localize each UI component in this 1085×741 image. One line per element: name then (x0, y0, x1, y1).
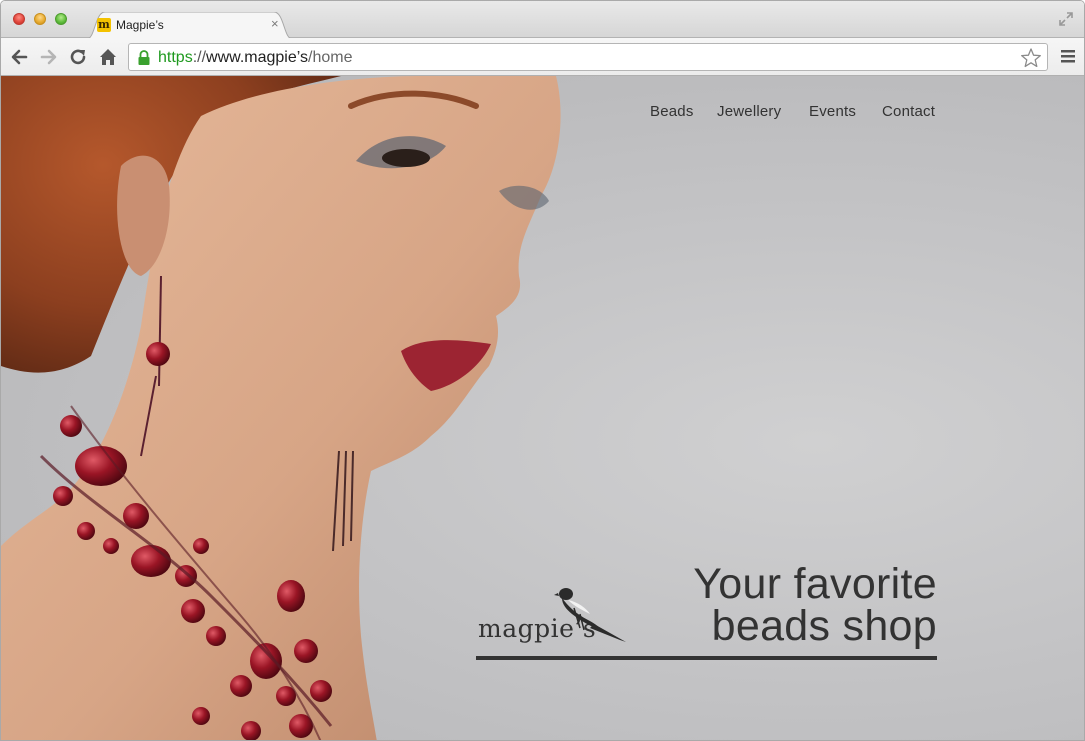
nav-beads[interactable]: Beads (650, 103, 694, 120)
minimize-window-button[interactable] (34, 13, 46, 25)
close-window-button[interactable] (13, 13, 25, 25)
main-nav: Beads Jewellery Events Contact (1, 103, 1084, 127)
hero-headline-line2: beads shop (711, 602, 937, 650)
browser-menu-icon[interactable] (1060, 47, 1076, 65)
forward-icon[interactable] (39, 47, 59, 67)
tab-strip: m Magpie’s × (1, 1, 1084, 39)
hero-block: Your favorite beads shop magpie’s (476, 560, 937, 662)
url-text[interactable]: https://www.magpie’s/home (158, 49, 352, 67)
hero-underline (476, 656, 937, 660)
back-icon[interactable] (9, 47, 29, 67)
url-path: /home (308, 49, 353, 66)
reload-icon[interactable] (68, 47, 88, 67)
browser-toolbar: https://www.magpie’s/home (1, 38, 1084, 76)
fullscreen-icon[interactable] (1058, 11, 1074, 27)
url-separator: :// (192, 49, 207, 66)
site-logo[interactable]: magpie’s (476, 584, 636, 650)
tab-magpies[interactable]: m Magpie’s × (87, 12, 292, 39)
url-scheme: https (158, 49, 193, 66)
site-favicon: m (97, 18, 111, 32)
zoom-window-button[interactable] (55, 13, 67, 25)
secure-lock-icon (138, 50, 150, 65)
bookmark-star-icon[interactable] (1020, 47, 1042, 69)
nav-jewellery[interactable]: Jewellery (717, 103, 781, 120)
address-bar[interactable]: https://www.magpie’s/home (128, 43, 1048, 71)
page-content: Beads Jewellery Events Contact Your favo… (1, 76, 1084, 740)
tab-close-icon[interactable]: × (271, 16, 279, 31)
tab-title: Magpie’s (116, 18, 164, 32)
url-host: www.magpie’s (206, 49, 308, 66)
nav-contact[interactable]: Contact (882, 103, 935, 120)
browser-window: m Magpie’s × https://www.magpie’s/home B… (0, 0, 1085, 741)
nav-events[interactable]: Events (809, 103, 856, 120)
magpie-bird-icon (554, 588, 626, 642)
home-icon[interactable] (98, 47, 118, 67)
